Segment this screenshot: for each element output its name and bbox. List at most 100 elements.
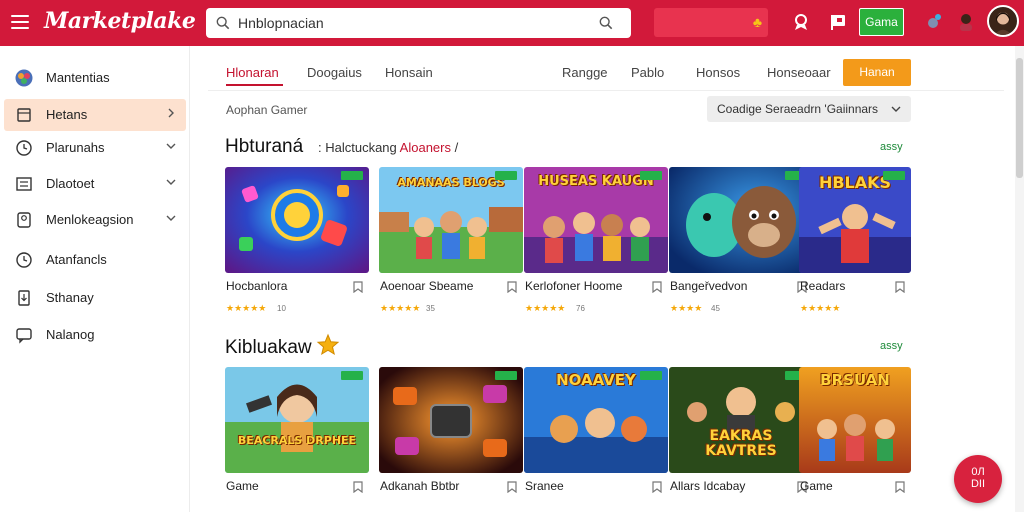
search-submit-icon[interactable] xyxy=(599,16,613,30)
scrollbar-thumb[interactable] xyxy=(1016,58,1023,178)
sidebar-item-4[interactable]: Menlokeagsion xyxy=(4,204,186,236)
list-icon xyxy=(16,177,32,191)
sidebar-item-0[interactable]: Mantentias xyxy=(4,62,186,94)
game-thumbnail[interactable]: HUSEAS KAUGN xyxy=(524,167,668,273)
game-title: Kerlofoner Hoome xyxy=(525,279,623,293)
star-rating: ★★★★★ xyxy=(800,303,841,313)
sidebar-item-5[interactable]: Atanfancls xyxy=(4,244,186,276)
game-card[interactable]: HUSEAS KAUGN Kerlofoner Hoome ★★★★★ 76 xyxy=(524,167,668,317)
new-badge xyxy=(640,171,662,180)
tab-3[interactable]: Rangge xyxy=(562,65,608,80)
game-thumbnail[interactable]: NOAAVEY xyxy=(524,367,668,473)
tab-6[interactable]: Honseoaar xyxy=(767,65,831,80)
thumbnail-art-text: BRSUAN xyxy=(820,371,890,389)
active-tab-indicator xyxy=(226,84,283,86)
rating-count: 76 xyxy=(576,304,585,313)
game-thumbnail[interactable]: BRSUAN xyxy=(799,367,911,473)
game-button[interactable]: Gama xyxy=(859,8,904,36)
apps-icon xyxy=(15,69,33,87)
sidebar-item-label: Hetans xyxy=(46,107,88,122)
cta-button[interactable]: Hanan xyxy=(843,59,911,86)
bookmark-icon[interactable] xyxy=(652,281,662,293)
sidebar-item-6[interactable]: Sthanay xyxy=(4,282,186,314)
flag-icon[interactable] xyxy=(828,12,848,32)
notification-icon[interactable] xyxy=(924,12,944,32)
game-title: Game xyxy=(226,479,259,493)
profile-icon[interactable] xyxy=(956,12,976,32)
rating-count: 35 xyxy=(426,304,435,313)
sidebar-item-label: Menlokeagsion xyxy=(46,212,134,227)
search-bar[interactable] xyxy=(206,8,631,38)
thumbnail-art-text: EAKRAS KAVTRES xyxy=(705,428,777,459)
chat-icon xyxy=(16,328,32,344)
game-card[interactable]: HBLAKS Readars ★★★★★ xyxy=(799,167,911,317)
game-thumbnail[interactable]: AMANAAS BLOGS xyxy=(379,167,523,273)
sidebar-item-2[interactable]: Plarunahs xyxy=(4,132,186,164)
new-badge xyxy=(640,371,662,380)
sort-value: Coadige Seraeadrn 'Gaiinnars xyxy=(717,102,879,116)
user-icon xyxy=(17,212,31,228)
clock-icon xyxy=(16,140,32,156)
tab-1[interactable]: Doogaius xyxy=(307,65,362,80)
see-all-link[interactable]: assy xyxy=(880,340,903,352)
sort-dropdown[interactable]: Coadige Seraeadrn 'Gaiinnars xyxy=(707,96,911,122)
game-thumbnail[interactable]: HBLAKS xyxy=(799,167,911,273)
bookmark-icon[interactable] xyxy=(507,281,517,293)
tab-0[interactable]: Hlonaran xyxy=(226,65,279,80)
game-title: Sranee xyxy=(525,479,564,493)
game-title: Game xyxy=(800,479,833,493)
gift-icon[interactable] xyxy=(791,12,811,32)
chevron-down-icon xyxy=(166,179,176,185)
star-rating: ★★★★★ xyxy=(226,303,267,313)
chevron-down-icon xyxy=(166,143,176,149)
app-logo[interactable]: Marketplake xyxy=(44,8,196,34)
rating-count: 10 xyxy=(277,304,286,313)
sidebar-item-label: Dlaotoet xyxy=(46,176,95,191)
see-all-link[interactable]: assy xyxy=(880,141,903,153)
game-card[interactable]: AMANAAS BLOGS Aoenoar Sbeame ★★★★★ 35 xyxy=(379,167,523,317)
tag-icon xyxy=(17,108,31,122)
bookmark-icon[interactable] xyxy=(507,481,517,493)
section-subtitle: : Halctuckang Aloaners / xyxy=(318,140,459,155)
tab-divider xyxy=(208,90,1004,91)
star-rating: ★★★★★ xyxy=(380,303,421,313)
game-thumbnail[interactable]: BEACRALS DRPHEE xyxy=(225,367,369,473)
new-badge xyxy=(341,371,363,380)
sidebar-item-1[interactable]: Hetans xyxy=(4,99,186,131)
game-card[interactable]: BEACRALS DRPHEE Game xyxy=(225,367,369,512)
search-input[interactable] xyxy=(238,13,588,33)
new-badge xyxy=(495,171,517,180)
game-thumbnail[interactable] xyxy=(225,167,369,273)
promo-field[interactable]: ♣ xyxy=(654,8,768,37)
game-thumbnail[interactable] xyxy=(379,367,523,473)
new-badge xyxy=(883,171,905,180)
game-card[interactable]: Bangeřvedvon ★★★★ 45 xyxy=(669,167,813,317)
sidebar-item-label: Nalanog xyxy=(46,327,95,342)
tab-5[interactable]: Honsos xyxy=(696,65,740,80)
thumbnail-art-text: BEACRALS DRPHEE xyxy=(237,434,357,447)
bookmark-icon[interactable] xyxy=(353,481,363,493)
menu-icon[interactable] xyxy=(11,15,29,29)
game-card[interactable]: NOAAVEY Sranee xyxy=(524,367,668,512)
star-rating: ★★★★ xyxy=(670,303,703,313)
chevron-right-icon xyxy=(168,108,174,118)
game-thumbnail[interactable]: EAKRAS KAVTRES xyxy=(669,367,813,473)
tab-4[interactable]: Pablo xyxy=(631,65,664,80)
bookmark-icon[interactable] xyxy=(895,281,905,293)
game-card[interactable]: BRSUAN Game xyxy=(799,367,911,512)
game-card[interactable]: Adkanah Bbtbr xyxy=(379,367,523,512)
filter-label: Aophan Gamer xyxy=(226,103,308,117)
bookmark-icon[interactable] xyxy=(353,281,363,293)
bookmark-icon[interactable] xyxy=(652,481,662,493)
game-card[interactable]: EAKRAS KAVTRES Allars Idcabay xyxy=(669,367,813,512)
avatar[interactable] xyxy=(987,5,1019,37)
bookmark-icon[interactable] xyxy=(895,481,905,493)
trophy-icon: ♣ xyxy=(752,14,762,30)
floating-action-button[interactable]: 0Л DII xyxy=(954,455,1002,503)
sidebar-item-7[interactable]: Nalanog xyxy=(4,319,186,351)
game-card[interactable]: Hocbanlora ★★★★★ 10 xyxy=(225,167,369,317)
sidebar-item-3[interactable]: Dlaotoet xyxy=(4,168,186,200)
sidebar-item-label: Atanfancls xyxy=(46,252,107,267)
tab-2[interactable]: Honsain xyxy=(385,65,433,80)
game-thumbnail[interactable] xyxy=(669,167,813,273)
